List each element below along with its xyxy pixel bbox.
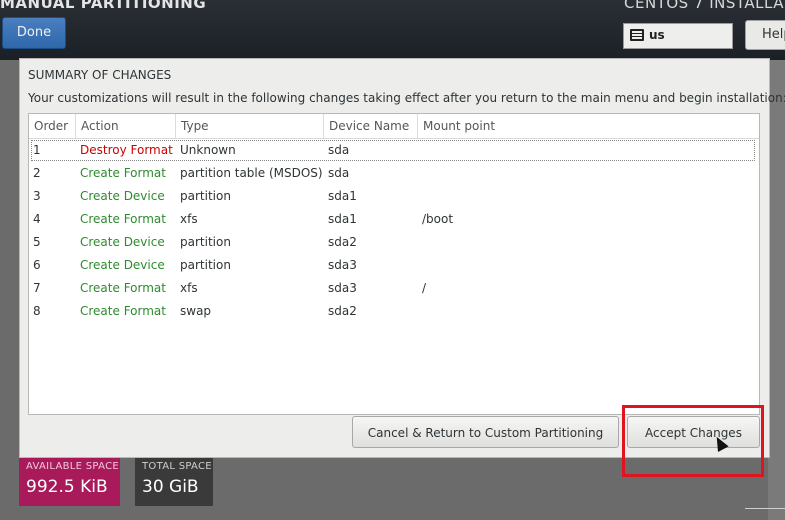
summary-of-changes-dialog: SUMMARY OF CHANGES Your customizations w…: [19, 58, 785, 458]
action-cell: Create Device: [80, 235, 165, 249]
column-header-order[interactable]: Order: [29, 114, 76, 138]
table-row[interactable]: 6 Create Device partition sda3: [30, 254, 756, 277]
changes-table[interactable]: Order Action Type Device Name Mount poin…: [28, 113, 760, 415]
action-cell: Create Device: [80, 258, 165, 272]
column-header-type[interactable]: Type: [176, 114, 324, 138]
column-header-device-name[interactable]: Device Name: [324, 114, 418, 138]
order-cell: 4: [33, 212, 41, 226]
type-cell: xfs: [180, 281, 198, 295]
column-header-mount-point[interactable]: Mount point: [418, 114, 759, 138]
action-cell: Create Device: [80, 189, 165, 203]
done-button[interactable]: Done: [2, 17, 66, 49]
device-cell: sda3: [328, 258, 357, 272]
device-cell: sda2: [328, 235, 357, 249]
device-cell: sda1: [328, 189, 357, 203]
type-cell: partition: [180, 258, 231, 272]
device-cell: sda2: [328, 304, 357, 318]
device-cell: sda1: [328, 212, 357, 226]
type-cell: Unknown: [180, 143, 236, 157]
page-title: MANUAL PARTITIONING: [0, 0, 207, 12]
help-button[interactable]: Help!: [745, 20, 785, 50]
action-cell: Create Format: [80, 166, 166, 180]
keyboard-layout-indicator[interactable]: us: [623, 23, 733, 49]
table-row[interactable]: 4 Create Format xfs sda1 /boot: [30, 208, 756, 231]
table-row[interactable]: 7 Create Format xfs sda3 /: [30, 277, 756, 300]
table-row[interactable]: 1 Destroy Format Unknown sda: [30, 139, 756, 162]
available-space-value: 992.5 KiB: [26, 477, 108, 497]
keyboard-layout-label: us: [649, 28, 665, 42]
type-cell: xfs: [180, 212, 198, 226]
order-cell: 1: [33, 143, 41, 157]
available-space-box: AVAILABLE SPACE 992.5 KiB: [19, 456, 120, 506]
table-row[interactable]: 2 Create Format partition table (MSDOS) …: [30, 162, 756, 185]
table-row[interactable]: 5 Create Device partition sda2: [30, 231, 756, 254]
device-cell: sda3: [328, 281, 357, 295]
device-cell: sda: [328, 143, 350, 157]
order-cell: 3: [33, 189, 41, 203]
order-cell: 6: [33, 258, 41, 272]
type-cell: swap: [180, 304, 212, 318]
dialog-description: Your customizations will result in the f…: [28, 91, 785, 105]
total-space-label: TOTAL SPACE: [142, 461, 212, 472]
action-cell: Create Format: [80, 212, 166, 226]
table-row[interactable]: 3 Create Device partition sda1: [30, 185, 756, 208]
available-space-label: AVAILABLE SPACE: [26, 461, 119, 472]
dialog-title: SUMMARY OF CHANGES: [28, 68, 172, 82]
highlight-annotation-box: [622, 405, 764, 477]
install-title: CENTOS 7 INSTALLATION: [624, 0, 785, 12]
order-cell: 2: [33, 166, 41, 180]
order-cell: 5: [33, 235, 41, 249]
divider: [745, 508, 785, 509]
device-cell: sda: [328, 166, 350, 180]
cancel-return-button[interactable]: Cancel & Return to Custom Partitioning: [352, 416, 619, 448]
top-bar: MANUAL PARTITIONING Done CENTOS 7 INSTAL…: [0, 0, 785, 60]
background-window-edge: [768, 60, 785, 520]
action-cell: Destroy Format: [80, 143, 173, 157]
action-cell: Create Format: [80, 281, 166, 295]
type-cell: partition: [180, 189, 231, 203]
order-cell: 7: [33, 281, 41, 295]
mount-cell: /: [422, 281, 427, 295]
total-space-value: 30 GiB: [142, 477, 199, 497]
action-cell: Create Format: [80, 304, 166, 318]
keyboard-icon: [630, 29, 644, 41]
mount-cell: /boot: [422, 212, 454, 226]
type-cell: partition table (MSDOS): [180, 166, 323, 180]
total-space-box: TOTAL SPACE 30 GiB: [135, 456, 213, 506]
table-row[interactable]: 8 Create Format swap sda2: [30, 300, 756, 323]
type-cell: partition: [180, 235, 231, 249]
order-cell: 8: [33, 304, 41, 318]
table-header: Order Action Type Device Name Mount poin…: [29, 114, 759, 139]
column-header-action[interactable]: Action: [76, 114, 176, 138]
